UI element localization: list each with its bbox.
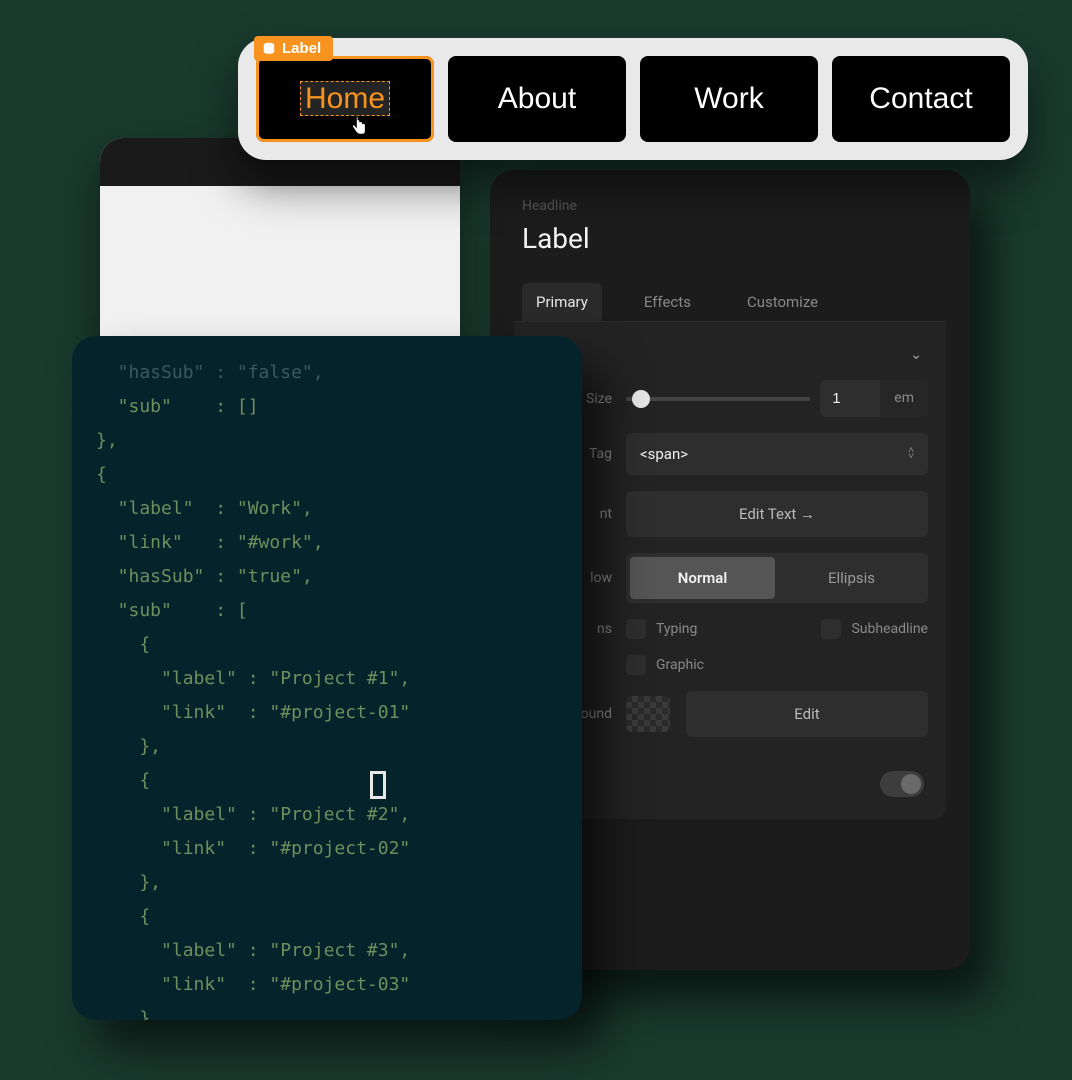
footer-toggle[interactable] bbox=[880, 771, 924, 797]
code-line: "label" : "Work", bbox=[96, 498, 313, 519]
checkbox-box[interactable] bbox=[626, 655, 646, 675]
section-header[interactable]: p ⌄ bbox=[532, 340, 928, 380]
tag-select-value: <span> bbox=[640, 445, 688, 463]
row-overflow: low Normal Ellipsis bbox=[532, 553, 928, 603]
nav-button-about[interactable]: About bbox=[448, 56, 626, 142]
code-line: "hasSub" : "true", bbox=[96, 566, 313, 587]
pointer-cursor-icon bbox=[348, 114, 370, 138]
background-edit-button[interactable]: Edit bbox=[686, 691, 928, 737]
checkbox-typing-label: Typing bbox=[656, 621, 697, 637]
checkbox-subheadline-label: Subheadline bbox=[851, 621, 928, 637]
code-line: { bbox=[96, 906, 150, 927]
nav-button-home[interactable]: Label Home bbox=[256, 56, 434, 142]
code-line: "link" : "#project-02" bbox=[96, 838, 410, 859]
tab-effects[interactable]: Effects bbox=[630, 283, 705, 321]
code-line: "link" : "#project-01" bbox=[96, 702, 410, 723]
overflow-option-ellipsis[interactable]: Ellipsis bbox=[779, 557, 924, 599]
code-line: "label" : "Project #1", bbox=[96, 668, 410, 689]
code-line: "label" : "Project #3", bbox=[96, 940, 410, 961]
row-size: Size em bbox=[532, 380, 928, 417]
code-line: }, bbox=[96, 736, 161, 757]
text-cursor-icon bbox=[370, 774, 386, 796]
tab-customize[interactable]: Customize bbox=[733, 283, 832, 321]
nav-label: About bbox=[498, 82, 576, 115]
inspector-tabs: Primary Effects Customize bbox=[514, 283, 946, 322]
code-line: "link" : "#project-03" bbox=[96, 974, 410, 995]
row-graphic: Graphic bbox=[532, 655, 928, 675]
checkbox-graphic-label: Graphic bbox=[656, 657, 704, 673]
breadcrumb: Headline bbox=[522, 198, 946, 214]
nav-toolbar: Label Home About Work Contact bbox=[238, 38, 1028, 160]
row-tag: Tag <span> ˄˅ bbox=[532, 433, 928, 475]
code-line: { bbox=[96, 770, 150, 791]
checkbox-typing[interactable]: Typing bbox=[626, 619, 697, 639]
code-line: }, bbox=[96, 872, 161, 893]
panel-title: Label bbox=[522, 222, 946, 255]
overflow-segment: Normal Ellipsis bbox=[626, 553, 928, 603]
code-line: }, bbox=[96, 430, 118, 451]
row-background: ground Edit bbox=[532, 691, 928, 737]
code-line: "link" : "#work", bbox=[96, 532, 324, 553]
chevron-down-icon: ⌄ bbox=[910, 347, 922, 363]
edit-text-button[interactable]: Edit Text → bbox=[626, 491, 928, 537]
nav-label: Contact bbox=[869, 82, 972, 115]
row-edit-text: nt Edit Text → bbox=[532, 491, 928, 537]
tab-primary[interactable]: Primary bbox=[522, 283, 602, 321]
overflow-option-normal[interactable]: Normal bbox=[630, 557, 775, 599]
browser-backdrop bbox=[100, 138, 460, 368]
size-slider[interactable] bbox=[626, 397, 810, 401]
slider-thumb[interactable] bbox=[632, 390, 650, 408]
checkbox-box[interactable] bbox=[626, 619, 646, 639]
database-icon bbox=[262, 42, 276, 56]
row-options: ns Typing Subheadline bbox=[532, 619, 928, 639]
code-line: { bbox=[96, 634, 150, 655]
nav-label: Home bbox=[300, 81, 390, 116]
checkbox-box[interactable] bbox=[821, 619, 841, 639]
nav-button-contact[interactable]: Contact bbox=[832, 56, 1010, 142]
checkbox-subheadline[interactable]: Subheadline bbox=[821, 619, 928, 639]
nav-label: Work bbox=[694, 82, 763, 115]
code-editor[interactable]: "hasSub" : "false", "sub" : [] }, { "lab… bbox=[72, 336, 582, 1020]
size-input[interactable] bbox=[820, 380, 880, 417]
size-unit[interactable]: em bbox=[880, 380, 928, 417]
code-line: "label" : "Project #2", bbox=[96, 804, 410, 825]
background-swatch[interactable] bbox=[626, 696, 670, 732]
code-line: "sub" : [ bbox=[96, 600, 248, 621]
tag-select[interactable]: <span> ˄˅ bbox=[626, 433, 928, 475]
footer-row bbox=[532, 753, 928, 797]
code-line: "hasSub" : "false", bbox=[96, 362, 324, 383]
element-badge: Label bbox=[254, 36, 333, 61]
code-line: { bbox=[96, 464, 107, 485]
code-line: "sub" : [] bbox=[96, 396, 259, 417]
nav-button-work[interactable]: Work bbox=[640, 56, 818, 142]
select-updown-icon: ˄˅ bbox=[908, 448, 914, 460]
size-input-group: em bbox=[820, 380, 928, 417]
badge-text: Label bbox=[282, 40, 321, 57]
code-line: } bbox=[96, 1008, 150, 1020]
checkbox-graphic[interactable]: Graphic bbox=[626, 655, 704, 675]
